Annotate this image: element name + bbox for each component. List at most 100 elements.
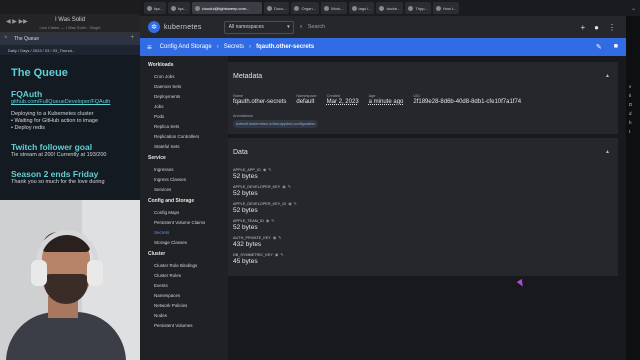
sidebar-item[interactable]: Events (140, 280, 228, 290)
secret-size: 432 bytes (233, 241, 262, 248)
browser-tab-active[interactable]: cloudui@lightsweep.com... (191, 2, 262, 14)
sidebar-section: Service (148, 155, 166, 161)
eye-icon[interactable]: ◉ (288, 202, 291, 206)
edit-icon[interactable]: ✎ (288, 185, 291, 189)
add-icon[interactable]: + (580, 23, 585, 32)
browser-tab[interactable]: Docu... (263, 2, 290, 14)
browser-tab[interactable]: fqa... (144, 2, 166, 14)
edit-icon[interactable]: ✎ (271, 219, 274, 223)
sidebar-item[interactable]: Secrets (140, 227, 228, 237)
edit-icon[interactable]: ✎ (294, 202, 297, 206)
browser-tab[interactable]: Organ... (291, 2, 319, 14)
note-line: • Waiting for GitHub action to image (11, 118, 99, 124)
secret-key: APPLE_DEVELOPER_KEY ◉ ✎ (233, 185, 291, 189)
sidebar-item[interactable]: Config Maps (140, 207, 228, 217)
delete-icon[interactable]: ■ (614, 43, 618, 51)
data-title: Data (233, 149, 248, 156)
secret-size: 52 bytes (233, 173, 258, 180)
edit-icon[interactable]: ✎ (268, 168, 271, 172)
sidebar-item[interactable]: Cluster Role Bindings (140, 260, 228, 270)
browser-tab[interactable]: Tripp... (405, 2, 431, 14)
secret-size: 45 bytes (233, 258, 258, 265)
browser-tab[interactable]: Work... (320, 2, 347, 14)
notifications-icon[interactable]: ● (594, 23, 599, 32)
secret-key: APPLE_TEAM_ID ◉ ✎ (233, 219, 275, 223)
app-name: kubernetes (164, 23, 202, 31)
breadcrumb-config-storage[interactable]: Config And Storage (160, 44, 212, 50)
sidebar-item[interactable]: Pods (140, 111, 228, 121)
metadata-title: Metadata (233, 73, 263, 80)
sidebar-item[interactable]: Services (140, 184, 228, 194)
sidebar-item[interactable]: Daemon Sets (140, 81, 228, 91)
eye-icon[interactable]: ◉ (275, 253, 278, 257)
obsidian-tab[interactable]: × The Queue + (0, 33, 140, 45)
sidebar-item[interactable]: Persistent Volumes (140, 320, 228, 330)
data-card: Data ▲ APPLE_APP_ID ◉ ✎ 52 bytes APPLE_DEVEL… (228, 138, 618, 276)
sidebar-item[interactable]: Ingress Classes (140, 174, 228, 184)
eye-icon[interactable]: ◉ (266, 219, 269, 223)
screen: ◀ ▶ ▶▶ I Was Solid Lew Clarke — I Was So… (0, 0, 640, 360)
sidebar-item[interactable]: Network Policies (140, 300, 228, 310)
meta-uid: UID 2f189e28-8d6b-40d8-8db1-cfe10f7a1f74 (413, 94, 522, 105)
edit-icon[interactable]: ✎ (280, 253, 283, 257)
annotations-label: Annotations (233, 114, 254, 118)
sidebar-item[interactable]: Nodes (140, 310, 228, 320)
music-subtitle: Lew Clarke — I Was Solid - Single (39, 25, 101, 30)
note-line: Deploying to a Kubernetes cluster (11, 111, 94, 117)
browser-tab[interactable]: docke... (376, 2, 404, 14)
note-line: Thank you so much for the love during (11, 179, 105, 185)
sidebar-item[interactable]: Cron Jobs (140, 71, 228, 81)
k8s-header: ✲ kubernetes All namespaces ▾ ⌕ Search +… (140, 16, 626, 38)
annotation-chip[interactable]: kubectl.kubernetes.io/last-applied-confi… (233, 120, 319, 128)
sidebar-item[interactable]: Jobs (140, 101, 228, 111)
menu-icon[interactable]: ≡ (147, 43, 152, 52)
search-input[interactable]: ⌕ Search (300, 21, 550, 34)
metadata-card: Metadata ▲ Name fqauth.other-secrets Nam… (228, 62, 618, 134)
sidebar-item[interactable]: Storage Classes (140, 237, 228, 247)
window-controls-icon[interactable]: ⌄ (631, 5, 636, 12)
note-heading-fqauth: FQAuth (11, 89, 43, 99)
sidebar-item[interactable]: Persistent Volume Claims (140, 217, 228, 227)
sidebar-item[interactable]: Stateful Sets (140, 141, 228, 151)
sidebar-section: Cluster (148, 251, 166, 257)
resource-actions: ✎ ■ (596, 43, 618, 51)
more-vert-icon[interactable]: ⋮ (608, 23, 616, 32)
sidebar-item[interactable]: Replica Sets (140, 121, 228, 131)
sidebar-item[interactable]: Namespaces (140, 290, 228, 300)
secret-key: AUTH_PRIVATE_KEY ◉ ✎ (233, 236, 282, 240)
note-heading-twitch: Twitch follower goal (11, 142, 93, 152)
breadcrumb-secrets[interactable]: Secrets (224, 44, 244, 50)
browser-tab[interactable]: How t... (432, 2, 460, 14)
collapse-icon[interactable]: ▲ (605, 149, 610, 155)
eye-icon[interactable]: ◉ (263, 168, 266, 172)
secret-entry: APPLE_DEVELOPER_KEY_ID ◉ ✎ 52 bytes (233, 201, 297, 214)
chevron-right-icon: › (216, 44, 219, 50)
favicon-icon (408, 5, 414, 11)
sidebar-item[interactable]: Cluster Roles (140, 270, 228, 280)
note-link[interactable]: github.com/FullQueueDeveloper/FQAuth (11, 99, 130, 105)
close-icon[interactable]: × (4, 35, 8, 41)
browser-tab[interactable]: tags i... (348, 2, 375, 14)
favicon-icon (194, 5, 200, 11)
gutter-text: v ti D d h t (629, 84, 633, 134)
sidebar-item[interactable]: Replication Controllers (140, 131, 228, 141)
meta-age: Age a minute ago (368, 94, 404, 105)
header-actions: + ● ⋮ (580, 23, 616, 32)
edit-icon[interactable]: ✎ (596, 43, 602, 51)
webcam-feed (0, 200, 140, 360)
search-placeholder: Search (307, 24, 326, 30)
plus-icon[interactable]: + (130, 35, 134, 41)
edit-icon[interactable]: ✎ (278, 236, 281, 240)
collapse-icon[interactable]: ▲ (605, 73, 610, 79)
favicon-icon (170, 5, 176, 11)
eye-icon[interactable]: ◉ (273, 236, 276, 240)
browser-tab-strip: fqa... fqa... cloudui@lightsweep.com... … (140, 0, 640, 16)
eye-icon[interactable]: ◉ (282, 185, 285, 189)
browser-tab[interactable]: fqa... (167, 2, 190, 14)
obsidian-tab-label: The Queue (14, 36, 40, 42)
sidebar-item[interactable]: Ingresses (140, 164, 228, 174)
sidebar-item[interactable]: Deployments (140, 91, 228, 101)
music-controls-icon[interactable]: ◀ ▶ ▶▶ (6, 18, 28, 25)
kubernetes-logo-icon[interactable]: ✲ (148, 21, 160, 33)
namespace-selector[interactable]: All namespaces ▾ (223, 20, 294, 34)
